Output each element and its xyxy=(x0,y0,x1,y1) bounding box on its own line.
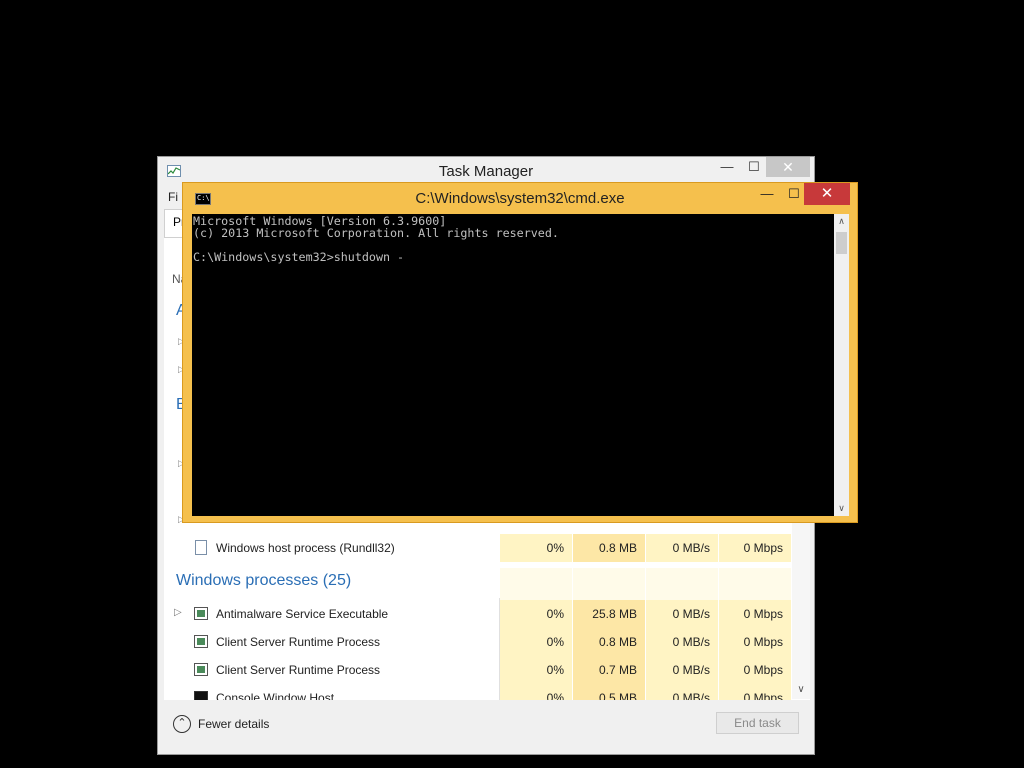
minimize-button[interactable]: — xyxy=(713,157,741,177)
process-icon xyxy=(194,663,208,676)
empty-cell xyxy=(719,568,791,600)
table-row[interactable]: Console Window Host 0% 0.5 MB 0 MB/s 0 M… xyxy=(164,684,792,700)
scroll-up-icon[interactable]: ∧ xyxy=(834,216,849,227)
empty-cell xyxy=(573,568,645,600)
network-cell: 0 Mbps xyxy=(719,684,791,700)
console-line: (c) 2013 Microsoft Corporation. All righ… xyxy=(193,226,559,240)
empty-cell xyxy=(646,568,718,600)
group-title: Windows processes (25) xyxy=(176,572,352,589)
table-row[interactable]: Client Server Runtime Process 0% 0.8 MB … xyxy=(164,628,792,656)
disk-cell: 0 MB/s xyxy=(646,628,718,656)
network-cell: 0 Mbps xyxy=(719,534,791,562)
disk-cell: 0 MB/s xyxy=(646,534,718,562)
process-name: Windows host process (Rundll32) xyxy=(216,541,395,555)
console-text: Microsoft Windows [Version 6.3.9600] (c)… xyxy=(193,215,559,263)
cpu-cell: 0% xyxy=(500,534,572,562)
network-cell: 0 Mbps xyxy=(719,628,791,656)
fewer-details-link[interactable]: Fewer details xyxy=(198,717,269,731)
console-prompt-line[interactable]: C:\Windows\system32>shutdown - xyxy=(193,250,404,264)
cpu-cell: 0% xyxy=(500,600,572,628)
scroll-down-icon[interactable]: ∨ xyxy=(834,503,849,514)
process-icon xyxy=(194,607,208,620)
cpu-cell: 0% xyxy=(500,684,572,700)
memory-cell: 0.5 MB xyxy=(573,684,645,700)
process-name: Antimalware Service Executable xyxy=(216,607,389,621)
expand-arrow-icon[interactable]: ▷ xyxy=(174,607,182,618)
column-divider xyxy=(499,598,500,700)
disk-cell: 0 MB/s xyxy=(646,656,718,684)
memory-cell: 0.7 MB xyxy=(573,656,645,684)
maximize-button[interactable]: ☐ xyxy=(740,157,768,177)
group-header-windows-processes[interactable]: Windows processes (25) xyxy=(164,568,792,600)
network-cell: 0 Mbps xyxy=(719,600,791,628)
document-icon xyxy=(195,540,207,555)
process-name: Console Window Host xyxy=(216,691,335,700)
table-row[interactable]: ▷ Antimalware Service Executable 0% 25.8… xyxy=(164,600,792,628)
task-manager-footer: ⌃ Fewer details End task xyxy=(158,700,814,754)
end-task-button[interactable]: End task xyxy=(716,712,799,734)
close-button[interactable]: ✕ xyxy=(804,183,850,205)
scroll-thumb[interactable] xyxy=(836,232,847,254)
disk-cell: 0 MB/s xyxy=(646,684,718,700)
minimize-button[interactable]: — xyxy=(753,183,781,205)
table-row[interactable]: Client Server Runtime Process 0% 0.7 MB … xyxy=(164,656,792,684)
console-output[interactable]: Microsoft Windows [Version 6.3.9600] (c)… xyxy=(192,214,834,516)
process-icon xyxy=(194,635,208,648)
cmd-scrollbar[interactable]: ∧ ∨ xyxy=(834,214,849,516)
cmd-window[interactable]: C:\ C:\Windows\system32\cmd.exe — ☐ ✕ Mi… xyxy=(182,182,858,523)
network-cell: 0 Mbps xyxy=(719,656,791,684)
memory-cell: 0.8 MB xyxy=(573,628,645,656)
table-row[interactable]: Windows host process (Rundll32) 0% 0.8 M… xyxy=(164,534,792,562)
file-menu[interactable]: Fi xyxy=(168,190,178,204)
process-name: Client Server Runtime Process xyxy=(216,663,381,677)
close-button[interactable]: ✕ xyxy=(766,157,810,177)
collapse-chevron-icon[interactable]: ⌃ xyxy=(173,715,191,733)
empty-cell xyxy=(500,568,572,600)
task-manager-titlebar[interactable]: Task Manager — ☐ ✕ xyxy=(158,157,814,185)
memory-cell: 0.8 MB xyxy=(573,534,645,562)
cpu-cell: 0% xyxy=(500,656,572,684)
memory-cell: 25.8 MB xyxy=(573,600,645,628)
scroll-down-icon[interactable]: ∨ xyxy=(792,684,810,695)
process-name: Client Server Runtime Process xyxy=(216,635,381,649)
disk-cell: 0 MB/s xyxy=(646,600,718,628)
console-icon xyxy=(194,691,208,700)
cpu-cell: 0% xyxy=(500,628,572,656)
